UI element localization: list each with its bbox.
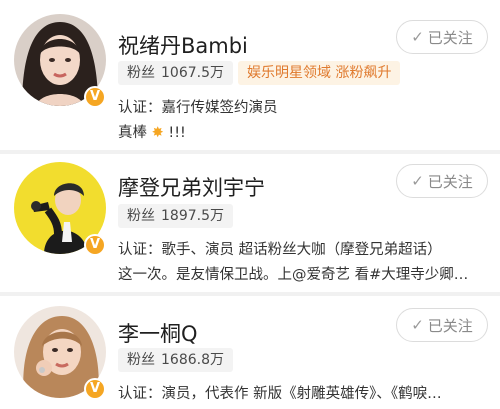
check-icon: ✓ xyxy=(411,172,424,190)
user-card[interactable]: V 李一桐Q ✓ 已关注 粉丝 1686.8万 认证：演员，代表作 新版《射雕英雄… xyxy=(0,296,500,409)
fans-count-chip: 粉丝 1897.5万 xyxy=(118,204,233,228)
followed-button[interactable]: ✓ 已关注 xyxy=(396,164,488,198)
followed-label: 已关注 xyxy=(427,28,473,47)
fans-count: 1897.5万 xyxy=(161,208,224,224)
verification-text: 认证：歌手、演员 超话粉丝大咖（摩登兄弟超话） xyxy=(118,242,442,258)
sparkle-emoji-icon: ✸ xyxy=(151,125,164,141)
bio-main: 真棒 xyxy=(118,125,147,141)
verified-badge-icon: V xyxy=(84,86,106,108)
user-card[interactable]: V 摩登兄弟刘宇宁 ✓ 已关注 粉丝 1897.5万 认证：歌手、演员 超话粉丝大… xyxy=(0,154,500,292)
bio-suffix: !!! xyxy=(168,125,186,141)
bio-text: 真棒 ✸ !!! xyxy=(118,121,490,142)
fans-count-chip: 粉丝 1067.5万 xyxy=(118,61,233,85)
fans-label: 粉丝 xyxy=(127,352,155,368)
check-icon: ✓ xyxy=(411,316,424,334)
bio-text: 这一次。是友情保卫战。上@爱奇艺 看#大理寺少卿… xyxy=(118,267,469,283)
verified-badge-icon: V xyxy=(84,378,106,400)
verification-text: 认证：演员，代表作 新版《射雕英雄传》、《鹤唳… xyxy=(118,386,442,402)
user-name[interactable]: 摩登兄弟刘宇宁 xyxy=(118,172,265,202)
fans-label: 粉丝 xyxy=(127,208,155,224)
user-card[interactable]: V 祝绪丹Bambi ✓ 已关注 粉丝 1067.5万 娱乐明星领域 涨粉飙升 认… xyxy=(0,0,500,150)
fans-label: 粉丝 xyxy=(127,65,155,81)
domain-tag[interactable]: 娱乐明星领域 涨粉飙升 xyxy=(238,61,401,85)
check-icon: ✓ xyxy=(411,28,424,46)
user-name[interactable]: 祝绪丹Bambi xyxy=(118,30,248,60)
followed-button[interactable]: ✓ 已关注 xyxy=(396,308,488,342)
verification-text: 认证：嘉行传媒签约演员 xyxy=(118,100,278,116)
fans-count: 1067.5万 xyxy=(161,65,224,81)
verified-badge-icon: V xyxy=(84,234,106,256)
followed-label: 已关注 xyxy=(427,172,473,191)
fans-count: 1686.8万 xyxy=(161,352,224,368)
user-name[interactable]: 李一桐Q xyxy=(118,318,198,348)
followed-button[interactable]: ✓ 已关注 xyxy=(396,20,488,54)
fans-count-chip: 粉丝 1686.8万 xyxy=(118,348,233,372)
followed-label: 已关注 xyxy=(427,316,473,335)
